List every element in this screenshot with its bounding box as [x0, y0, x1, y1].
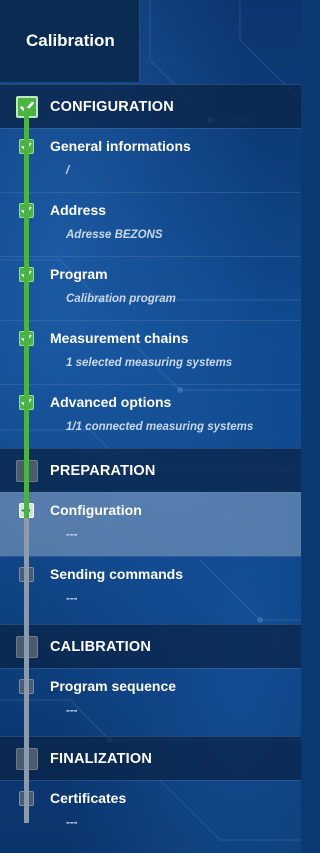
step-certificates[interactable]: Certificates --- — [0, 780, 301, 844]
progress-rail-pending — [24, 518, 29, 823]
step-detail: --- — [66, 593, 78, 605]
section-label: CONFIGURATION — [50, 99, 174, 115]
section-label: PREPARATION — [50, 463, 156, 479]
step-name: Measurement chains — [50, 330, 189, 346]
step-detail: --- — [66, 817, 78, 829]
step-detail: --- — [66, 529, 78, 541]
header: Calibration — [0, 0, 301, 84]
page-title: Calibration — [26, 31, 115, 50]
step-name: Program sequence — [50, 678, 177, 694]
step-detail: --- — [66, 705, 78, 717]
step-detail: / — [66, 165, 70, 177]
step-detail: Adresse BEZONS — [66, 229, 163, 241]
step-detail: Calibration program — [66, 293, 176, 305]
step-general-informations[interactable]: General informations / — [0, 128, 301, 192]
step-name: Advanced options — [50, 394, 172, 410]
page-title-tab: Calibration — [0, 0, 140, 82]
step-name: Certificates — [50, 790, 127, 806]
progress-rail-completed — [24, 108, 29, 518]
step-configuration[interactable]: Configuration --- — [0, 492, 301, 556]
section-preparation[interactable]: PREPARATION — [0, 448, 301, 492]
step-detail: 1 selected measuring systems — [66, 357, 233, 369]
section-calibration[interactable]: CALIBRATION — [0, 624, 301, 668]
step-program-sequence[interactable]: Program sequence --- — [0, 668, 301, 732]
step-sending-commands[interactable]: Sending commands --- — [0, 556, 301, 620]
step-address[interactable]: Address Adresse BEZONS — [0, 192, 301, 256]
section-label: FINALIZATION — [50, 751, 153, 767]
section-label: CALIBRATION — [50, 639, 152, 655]
step-name: Configuration — [50, 502, 142, 518]
section-configuration[interactable]: CONFIGURATION — [0, 84, 301, 128]
step-name: Address — [50, 202, 107, 218]
step-program[interactable]: Program Calibration program — [0, 256, 301, 320]
section-finalization[interactable]: FINALIZATION — [0, 736, 301, 780]
step-measurement-chains[interactable]: Measurement chains 1 selected measuring … — [0, 320, 301, 384]
step-name: Sending commands — [50, 566, 184, 582]
step-name: General informations — [50, 138, 191, 154]
step-advanced-options[interactable]: Advanced options 1/1 connected measuring… — [0, 384, 301, 448]
step-name: Program — [50, 266, 108, 282]
step-detail: 1/1 connected measuring systems — [66, 421, 254, 433]
